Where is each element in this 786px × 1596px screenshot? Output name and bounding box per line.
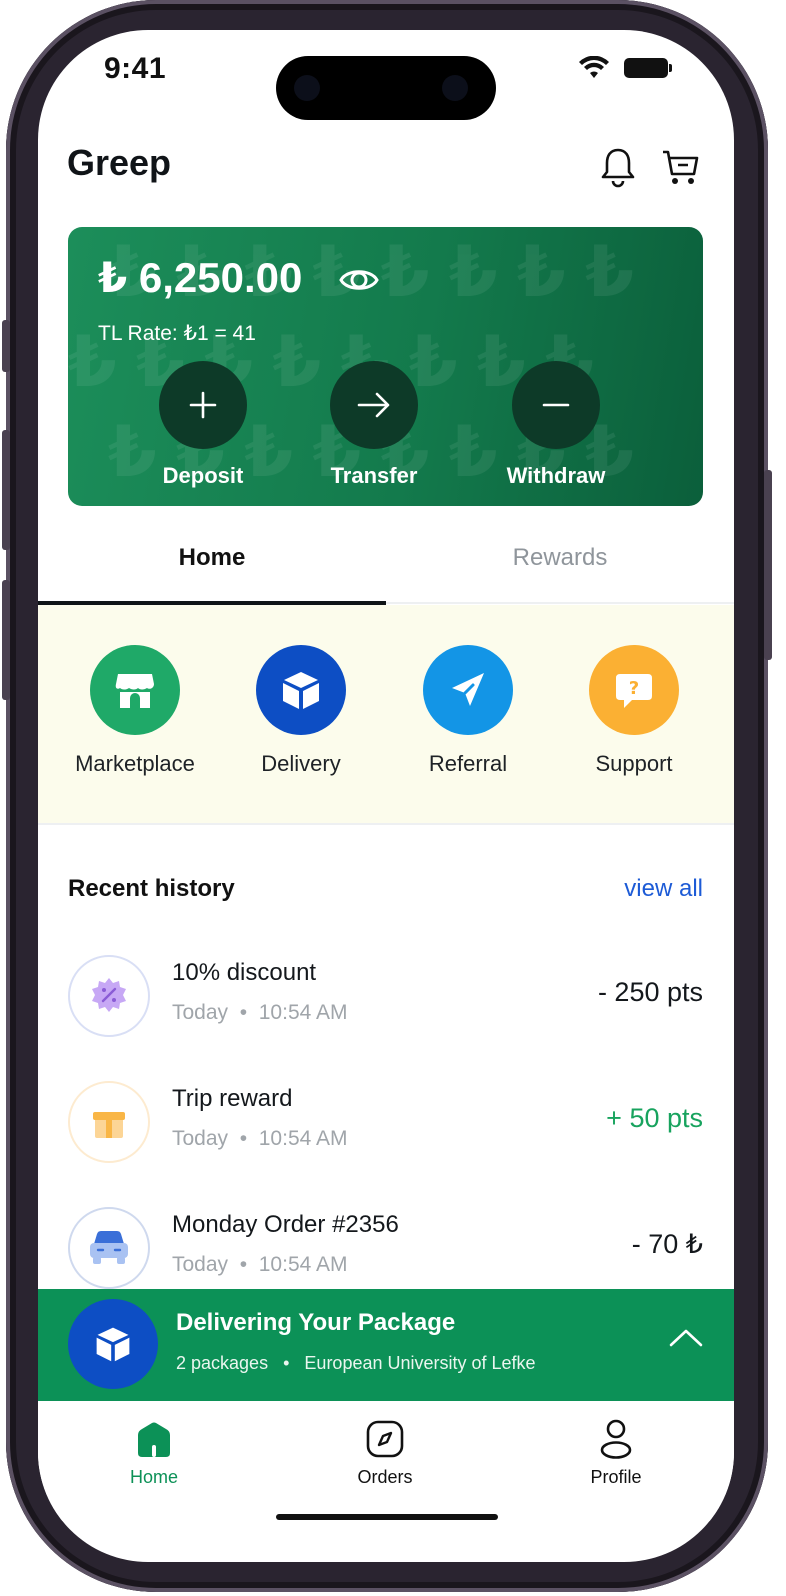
tab-bar: Home Rewards xyxy=(38,524,734,605)
history-amount: - 250 pts xyxy=(597,977,703,1007)
tab-home[interactable]: Home xyxy=(38,544,386,572)
tl-rate: TL Rate: ₺1 = 41 xyxy=(98,322,256,345)
history-item[interactable]: Trip reward Today • 10:54 AM + 50 pts xyxy=(68,1081,703,1165)
transfer-button[interactable]: Transfer xyxy=(314,361,434,489)
screen: 9:41 Greep ₺ ₺ ₺ ₺ ₺ ₺ ₺ ₺ ₺ ₺ ₺ ₺ ₺ ₺ ₺… xyxy=(38,30,734,1562)
battery-icon xyxy=(624,58,672,78)
dynamic-island xyxy=(276,56,496,120)
quick-action-delivery[interactable]: Delivery xyxy=(218,645,384,777)
deposit-button[interactable]: Deposit xyxy=(143,361,263,489)
nav-profile-label: Profile xyxy=(590,1467,642,1487)
nav-profile[interactable]: Profile xyxy=(546,1417,686,1488)
history-title: 10% discount xyxy=(172,959,317,986)
gift-icon xyxy=(93,1112,125,1138)
car-icon xyxy=(90,1231,128,1264)
quick-actions: Marketplace Delivery Referral ? Support xyxy=(38,605,734,825)
history-title: Monday Order #2356 xyxy=(172,1211,399,1238)
withdraw-label: Withdraw xyxy=(506,463,606,488)
quick-action-marketplace[interactable]: Marketplace xyxy=(52,645,218,777)
status-icons xyxy=(578,56,672,80)
history-meta: Today • 10:54 AM xyxy=(172,1001,348,1024)
balance-card: ₺ ₺ ₺ ₺ ₺ ₺ ₺ ₺ ₺ ₺ ₺ ₺ ₺ ₺ ₺ ₺ ₺ ₺ ₺ ₺ … xyxy=(68,227,703,506)
compass-icon xyxy=(366,1420,404,1458)
delivery-banner[interactable]: Delivering Your Package 2 packages • Eur… xyxy=(38,1289,734,1401)
history-meta: Today • 10:54 AM xyxy=(172,1253,348,1276)
status-time: 9:41 xyxy=(104,52,167,85)
referral-label: Referral xyxy=(428,751,508,776)
marketplace-label: Marketplace xyxy=(75,751,195,776)
history-item[interactable]: Monday Order #2356 Today • 10:54 AM - 70… xyxy=(68,1207,703,1291)
history-title: Trip reward xyxy=(172,1085,293,1112)
side-button xyxy=(2,580,10,700)
home-icon xyxy=(138,1422,170,1457)
side-button xyxy=(2,430,10,550)
view-all-link[interactable]: view all xyxy=(624,875,703,903)
box-icon xyxy=(283,672,319,709)
deposit-label: Deposit xyxy=(162,463,244,488)
side-button xyxy=(764,470,772,660)
wifi-icon xyxy=(579,56,609,78)
app-title: Greep xyxy=(67,142,172,183)
history-item[interactable]: 10% discount Today • 10:54 AM - 250 pts xyxy=(68,955,703,1039)
side-button xyxy=(2,320,10,372)
arrow-right-icon xyxy=(357,392,390,418)
history-amount: + 50 pts xyxy=(606,1103,703,1133)
delivery-title: Delivering Your Package xyxy=(176,1309,456,1336)
sensor-icon xyxy=(442,75,468,101)
transfer-label: Transfer xyxy=(330,463,418,488)
plus-icon xyxy=(189,391,217,419)
nav-home[interactable]: Home xyxy=(84,1417,224,1488)
camera-icon xyxy=(294,75,320,101)
profile-icon xyxy=(600,1419,632,1459)
cart-icon[interactable] xyxy=(660,146,700,188)
bell-icon[interactable] xyxy=(598,146,638,188)
delivery-subtitle: 2 packages • European University of Lefk… xyxy=(176,1353,536,1373)
chevron-up-icon[interactable] xyxy=(668,1327,704,1349)
bottom-nav: Home Orders Profile xyxy=(38,1401,734,1521)
nav-orders[interactable]: Orders xyxy=(315,1417,455,1488)
nav-home-label: Home xyxy=(129,1467,178,1487)
store-icon xyxy=(115,674,154,708)
quick-action-support[interactable]: ? Support xyxy=(551,645,717,777)
send-icon xyxy=(452,673,484,706)
history-amount: - 70 ₺ xyxy=(631,1229,703,1259)
tab-rewards[interactable]: Rewards xyxy=(386,544,734,572)
eye-icon[interactable] xyxy=(338,259,380,301)
delivery-label: Delivery xyxy=(261,751,341,776)
svg-text:?: ? xyxy=(629,678,639,699)
discount-badge-icon xyxy=(92,978,126,1012)
withdraw-button[interactable]: Withdraw xyxy=(496,361,616,489)
recent-history-title: Recent history xyxy=(68,875,235,902)
nav-orders-label: Orders xyxy=(357,1467,413,1487)
quick-action-referral[interactable]: Referral xyxy=(385,645,551,777)
box-icon xyxy=(96,1327,130,1362)
history-meta: Today • 10:54 AM xyxy=(172,1127,348,1150)
minus-icon xyxy=(542,403,570,407)
balance-amount: ₺ 6,250.00 xyxy=(98,254,303,301)
support-label: Support xyxy=(595,751,673,776)
help-chat-icon: ? xyxy=(616,674,652,708)
home-indicator xyxy=(276,1514,498,1520)
delivery-badge xyxy=(68,1299,158,1389)
